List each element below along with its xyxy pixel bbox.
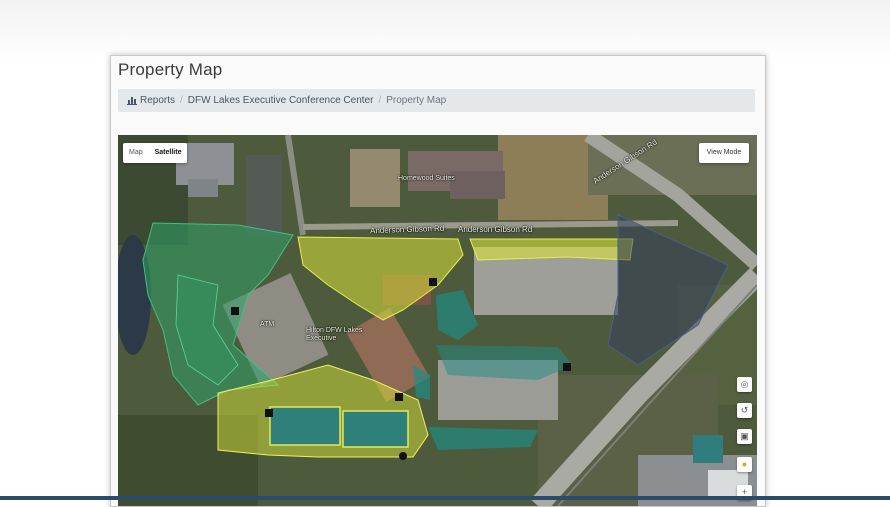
breadcrumb-separator: / [378,95,382,106]
breadcrumb-reports-link[interactable]: Reports [140,89,175,112]
place-label: Hilton DFW Lakes Executive [306,327,363,342]
breadcrumb-property-link[interactable]: DFW Lakes Executive Conference Center [188,89,374,112]
pegman-icon[interactable]: ● [737,457,752,472]
satellite-map[interactable]: Anderson Gibson Rd Anderson Gibson Rd An… [118,135,757,506]
bar-chart-icon [127,97,137,105]
locate-icon[interactable]: ◎ [737,377,752,392]
map-type-satellite-button[interactable]: Satellite [149,143,188,163]
street-label: Anderson Gibson Rd [458,225,533,234]
page-title: Property Map [118,60,223,79]
map-imagery [118,135,757,506]
place-label: ATM [260,321,275,328]
property-map-panel: Property Map Reports / DFW Lakes Executi… [110,55,766,507]
breadcrumb-separator: / [180,95,183,106]
view-mode-button[interactable]: View Mode [699,143,749,163]
map-type-map-button[interactable]: Map [123,143,149,163]
page-footer-bar [0,496,890,500]
place-label: Homewood Suites [398,175,455,182]
breadcrumb-current-page: Property Map [386,95,447,106]
tilt-icon[interactable]: ↺ [737,403,752,418]
breadcrumb: Reports / DFW Lakes Executive Conference… [118,89,755,112]
map-type-toggle: Map Satellite [123,143,188,163]
page-background [0,0,890,60]
street-view-icon[interactable]: ▣ [737,429,752,444]
